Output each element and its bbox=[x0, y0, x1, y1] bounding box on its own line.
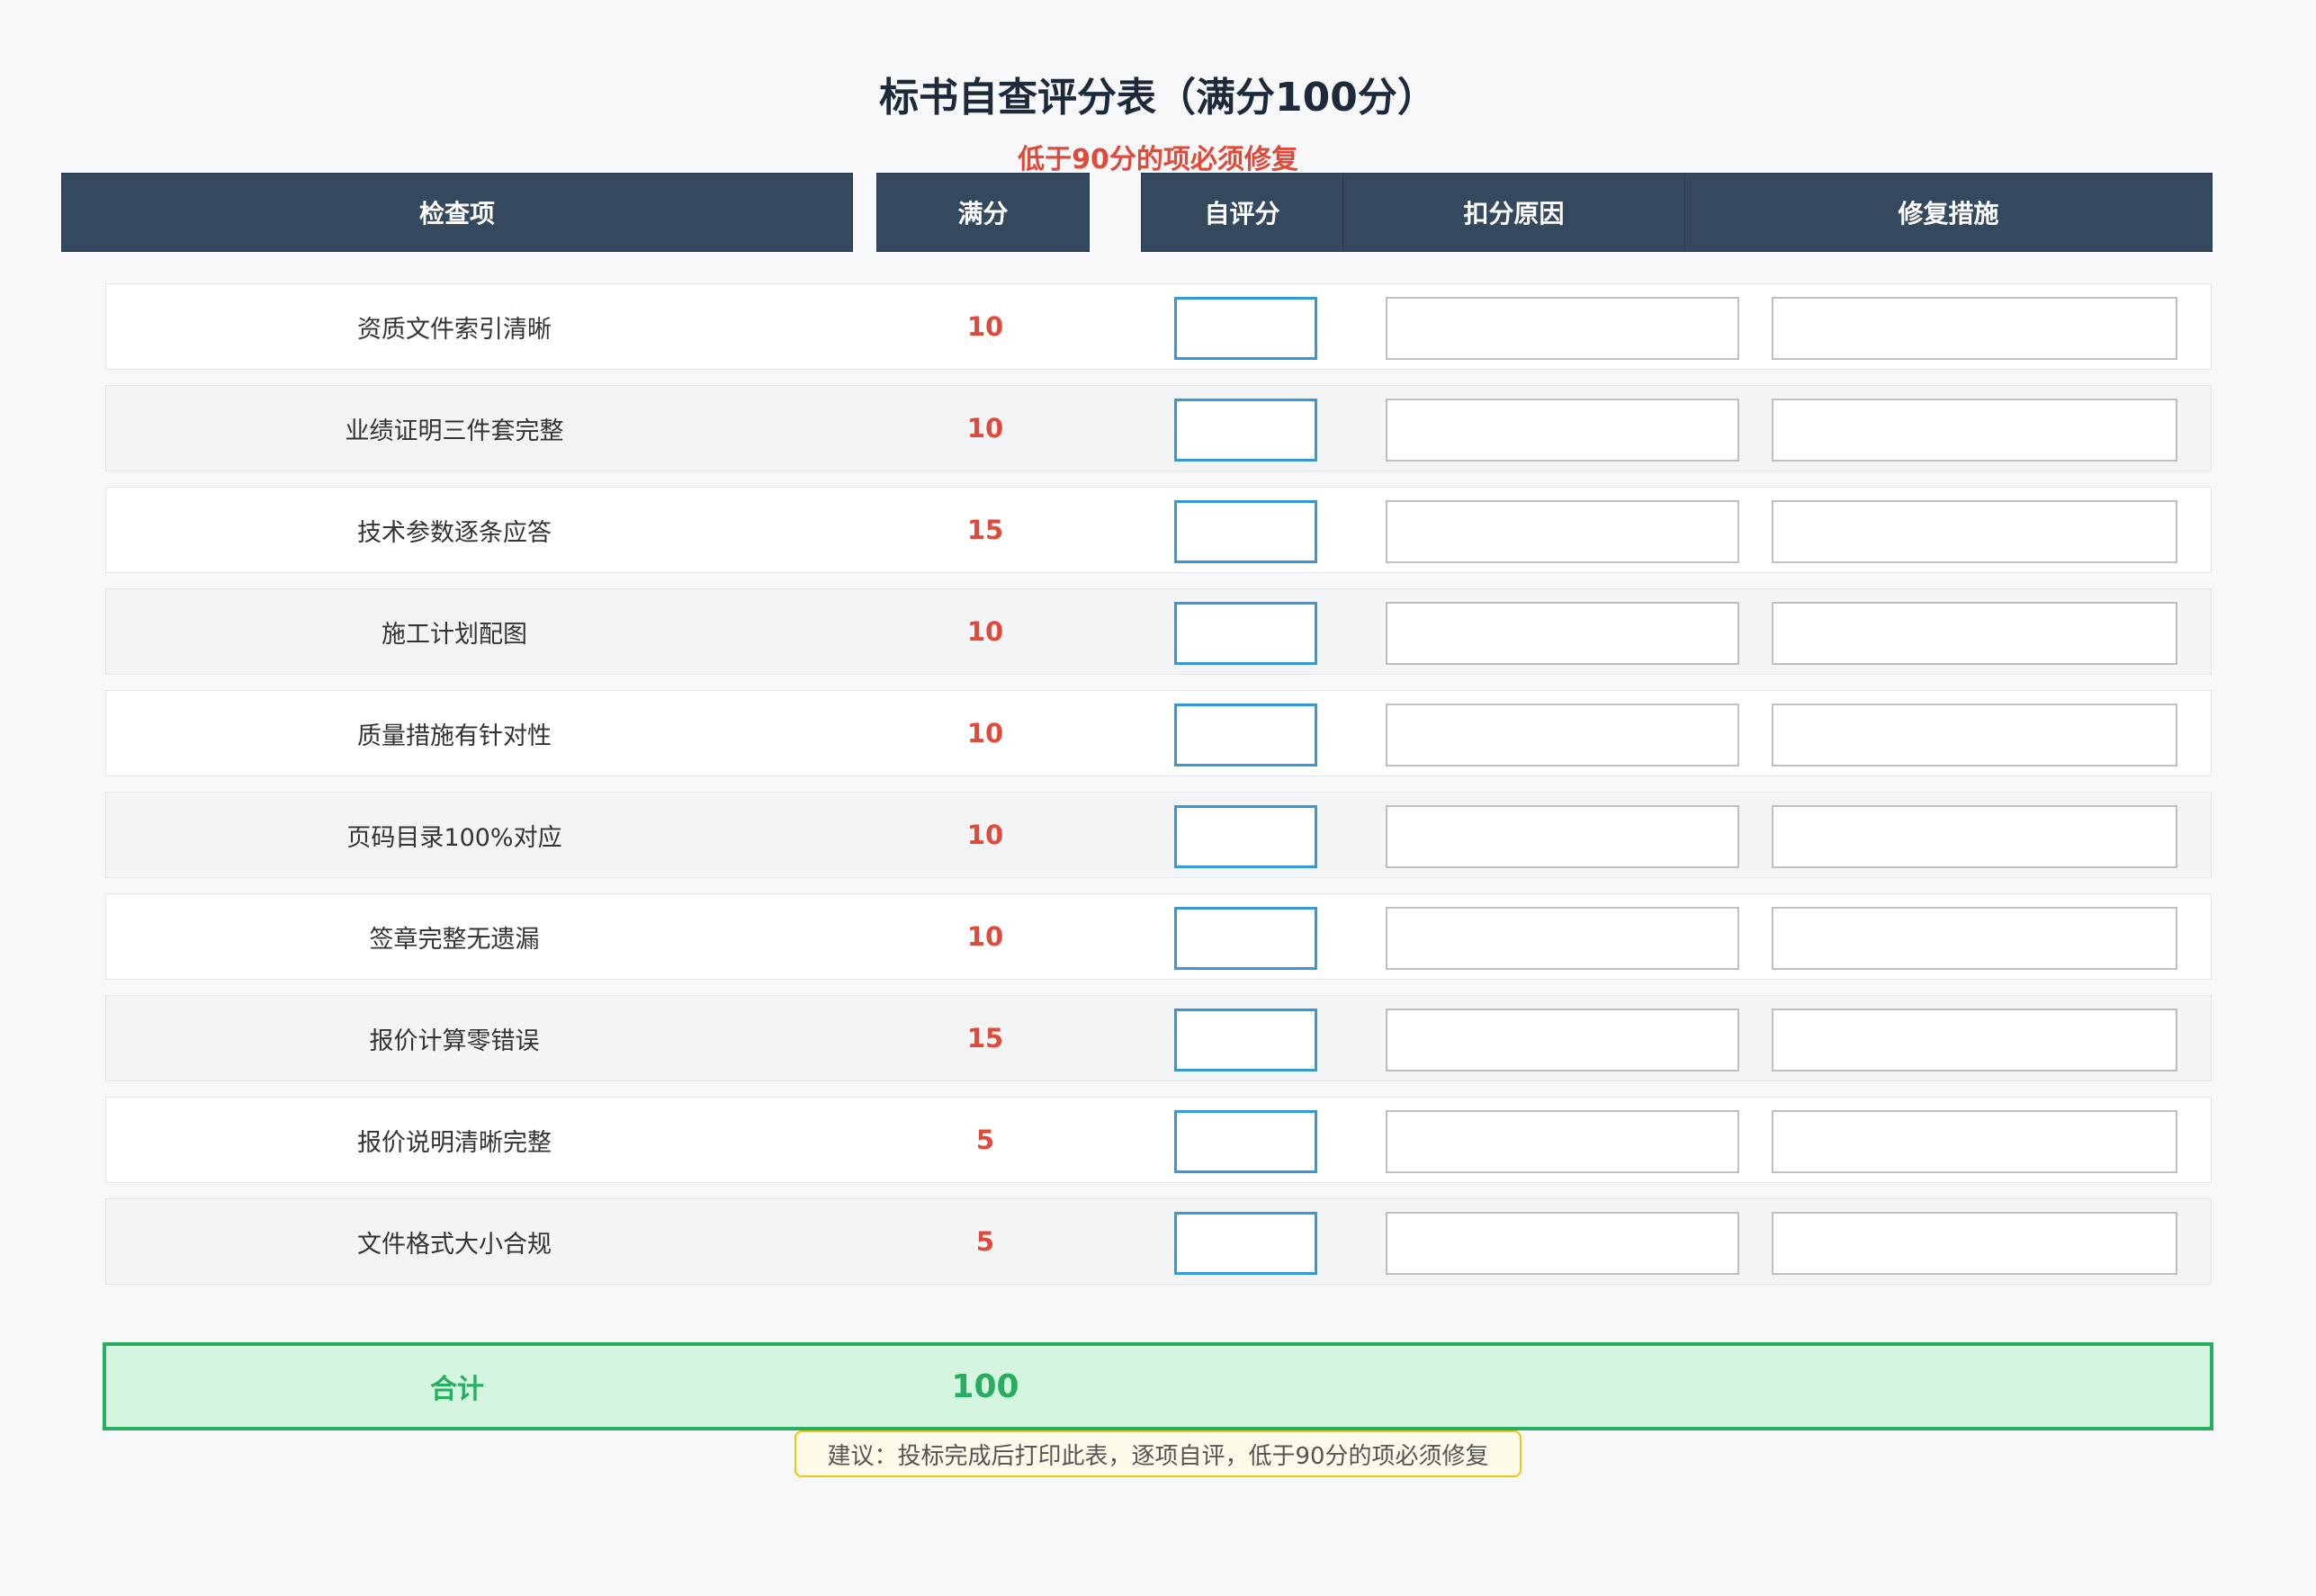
full-score-value: 15 bbox=[966, 515, 1004, 545]
self-score-input[interactable] bbox=[1174, 1212, 1317, 1275]
fix-measure-input[interactable] bbox=[1772, 399, 2177, 462]
fix-measure-input[interactable] bbox=[1772, 704, 2177, 767]
self-score-input[interactable] bbox=[1174, 602, 1317, 665]
deduction-reason-input[interactable] bbox=[1386, 602, 1739, 665]
table-row: 报价说明清晰完整 5 bbox=[105, 1097, 2212, 1183]
self-score-input[interactable] bbox=[1174, 704, 1317, 767]
check-item-label: 页码目录100%对应 bbox=[346, 823, 562, 852]
table-row: 技术参数逐条应答 15 bbox=[105, 487, 2212, 573]
fix-measure-input[interactable] bbox=[1772, 297, 2177, 360]
full-score-value: 10 bbox=[966, 718, 1004, 749]
check-item-label: 文件格式大小合规 bbox=[357, 1230, 552, 1259]
full-score-value: 10 bbox=[966, 616, 1004, 647]
table-row: 报价计算零错误 15 bbox=[105, 995, 2212, 1081]
full-score-value: 10 bbox=[966, 413, 1004, 444]
self-score-input[interactable] bbox=[1174, 907, 1317, 970]
deduction-reason-input[interactable] bbox=[1386, 1110, 1739, 1173]
total-value: 100 bbox=[951, 1367, 1019, 1405]
self-score-input[interactable] bbox=[1174, 1110, 1317, 1173]
check-item-label: 业绩证明三件套完整 bbox=[345, 417, 564, 445]
check-item-label: 报价说明清晰完整 bbox=[357, 1128, 552, 1157]
self-score-input[interactable] bbox=[1174, 500, 1317, 563]
self-score-input[interactable] bbox=[1174, 805, 1317, 868]
full-score-value: 10 bbox=[966, 921, 1004, 952]
check-item-label: 技术参数逐条应答 bbox=[357, 518, 552, 547]
deduction-reason-input[interactable] bbox=[1386, 399, 1739, 462]
full-score-value: 10 bbox=[966, 820, 1004, 850]
table-row: 施工计划配图 10 bbox=[105, 588, 2212, 675]
deduction-reason-input[interactable] bbox=[1386, 1009, 1739, 1071]
deduction-reason-input[interactable] bbox=[1386, 500, 1739, 563]
check-item-label: 报价计算零错误 bbox=[369, 1027, 540, 1055]
table-row: 页码目录100%对应 10 bbox=[105, 792, 2212, 878]
fix-measure-input[interactable] bbox=[1772, 1110, 2177, 1173]
check-item-label: 签章完整无遗漏 bbox=[369, 925, 540, 954]
full-score-value: 10 bbox=[966, 311, 1004, 342]
fix-measure-input[interactable] bbox=[1772, 1009, 2177, 1071]
self-score-input[interactable] bbox=[1174, 297, 1317, 360]
table-row: 文件格式大小合规 5 bbox=[105, 1198, 2212, 1285]
fix-measure-input[interactable] bbox=[1772, 805, 2177, 868]
deduction-reason-input[interactable] bbox=[1386, 297, 1739, 360]
full-score-value: 5 bbox=[975, 1226, 995, 1257]
table-row: 资质文件索引清晰 10 bbox=[105, 283, 2212, 370]
self-score-input[interactable] bbox=[1174, 399, 1317, 462]
tip-note: 建议：投标完成后打印此表，逐项自评，低于90分的项必须修复 bbox=[794, 1430, 1522, 1477]
self-score-input[interactable] bbox=[1174, 1009, 1317, 1071]
check-item-label: 施工计划配图 bbox=[382, 620, 527, 649]
table-row: 签章完整无遗漏 10 bbox=[105, 893, 2212, 980]
full-score-value: 5 bbox=[975, 1125, 995, 1155]
check-item-label: 资质文件索引清晰 bbox=[357, 315, 552, 344]
deduction-reason-input[interactable] bbox=[1386, 704, 1739, 767]
full-score-value: 15 bbox=[966, 1023, 1004, 1054]
total-label: 合计 bbox=[430, 1374, 484, 1405]
table-row: 业绩证明三件套完整 10 bbox=[105, 385, 2212, 471]
deduction-reason-input[interactable] bbox=[1386, 907, 1739, 970]
fix-measure-input[interactable] bbox=[1772, 1212, 2177, 1275]
deduction-reason-input[interactable] bbox=[1386, 1212, 1739, 1275]
total-row: 合计 100 bbox=[103, 1342, 2213, 1430]
deduction-reason-input[interactable] bbox=[1386, 805, 1739, 868]
fix-measure-input[interactable] bbox=[1772, 907, 2177, 970]
table-row: 质量措施有针对性 10 bbox=[105, 690, 2212, 776]
fix-measure-input[interactable] bbox=[1772, 500, 2177, 563]
fix-measure-input[interactable] bbox=[1772, 602, 2177, 665]
check-item-label: 质量措施有针对性 bbox=[357, 722, 552, 750]
